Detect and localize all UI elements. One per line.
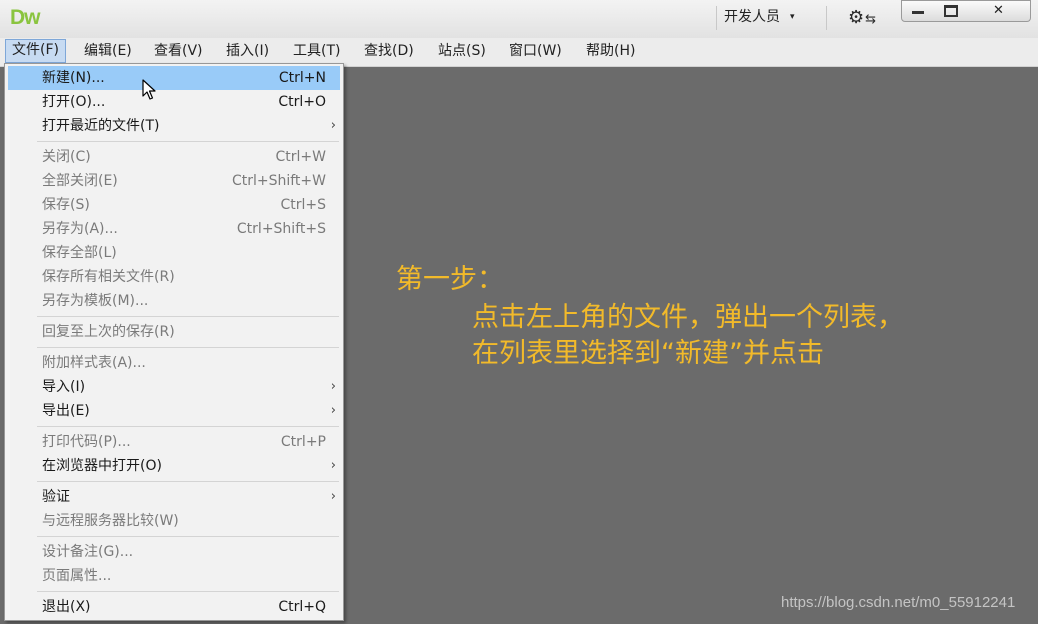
menu-separator	[37, 316, 339, 317]
minimize-icon	[912, 11, 924, 14]
submenu-arrow-icon: ›	[330, 403, 336, 418]
menu-file[interactable]: 文件(F)	[5, 39, 66, 63]
menu-item-label: 设计备注(G)...	[42, 544, 134, 560]
menu-item-save-all: 保存全部(L)	[8, 241, 340, 265]
mouse-cursor-icon	[142, 79, 156, 100]
close-icon: ✕	[993, 3, 1004, 18]
chevron-down-icon: ▾	[790, 12, 795, 22]
annotation-line: 点击左上角的文件，弹出一个列表，	[472, 302, 904, 333]
title-bar: Dw 开发人员 ▾ ⚙⇆ ✕	[0, 0, 1038, 39]
menu-help[interactable]: 帮助(H)	[580, 40, 641, 62]
menu-item-label: 打印代码(P)...	[42, 434, 131, 450]
menu-item-label: 全部关闭(E)	[42, 173, 118, 189]
menu-item-label: 页面属性...	[42, 568, 112, 584]
menu-item-label: 保存所有相关文件(R)	[42, 269, 175, 285]
maximize-button[interactable]	[934, 0, 968, 22]
menu-item-label: 退出(X)	[42, 599, 91, 615]
menu-item-shortcut: Ctrl+W	[275, 149, 326, 165]
menu-item-label: 验证	[42, 489, 70, 505]
menu-item-label: 导出(E)	[42, 403, 90, 419]
menu-item-label: 保存(S)	[42, 197, 90, 213]
menu-item-label: 附加样式表(A)...	[42, 355, 146, 371]
menu-item-open-recent[interactable]: 打开最近的文件(T) ›	[8, 114, 340, 138]
workspace-label: 开发人员	[724, 9, 780, 25]
menu-item-open-in-browser[interactable]: 在浏览器中打开(O) ›	[8, 454, 340, 478]
gear-sync-icon[interactable]: ⚙⇆	[848, 8, 876, 30]
menu-find[interactable]: 查找(D)	[358, 40, 420, 62]
submenu-arrow-icon: ›	[330, 118, 336, 133]
menu-item-label: 保存全部(L)	[42, 245, 117, 261]
menu-separator	[37, 591, 339, 592]
menu-item-open[interactable]: 打开(O)... Ctrl+O	[8, 90, 340, 114]
menu-item-label: 打开(O)...	[42, 94, 106, 110]
menu-item-label: 导入(I)	[42, 379, 86, 395]
menu-item-shortcut: Ctrl+P	[280, 434, 326, 450]
menu-separator	[37, 141, 339, 142]
menu-item-save-all-related: 保存所有相关文件(R)	[8, 265, 340, 289]
menu-item-design-notes: 设计备注(G)...	[8, 540, 340, 564]
menu-separator	[37, 426, 339, 427]
submenu-arrow-icon: ›	[330, 379, 336, 394]
menu-item-page-properties: 页面属性...	[8, 564, 340, 588]
menu-item-attach-stylesheet: 附加样式表(A)...	[8, 351, 340, 375]
maximize-icon	[943, 4, 958, 17]
menu-item-save: 保存(S) Ctrl+S	[8, 193, 340, 217]
title-separator	[826, 6, 827, 30]
menu-item-save-as: 另存为(A)... Ctrl+Shift+S	[8, 217, 340, 241]
menu-item-label: 打开最近的文件(T)	[42, 118, 160, 134]
menu-insert[interactable]: 插入(I)	[220, 40, 275, 62]
menu-edit[interactable]: 编辑(E)	[78, 40, 138, 62]
menu-window[interactable]: 窗口(W)	[503, 40, 568, 62]
menu-item-label: 另存为模板(M)...	[42, 293, 149, 309]
menu-item-shortcut: Ctrl+Shift+W	[231, 173, 326, 189]
menu-item-revert: 回复至上次的保存(R)	[8, 320, 340, 344]
menu-separator	[37, 481, 339, 482]
menu-item-validate[interactable]: 验证 ›	[8, 485, 340, 509]
menu-item-label: 另存为(A)...	[42, 221, 118, 237]
menu-separator	[37, 347, 339, 348]
menu-item-label: 回复至上次的保存(R)	[42, 324, 175, 340]
menu-item-save-as-template: 另存为模板(M)...	[8, 289, 340, 313]
menu-item-shortcut: Ctrl+N	[278, 70, 326, 86]
workspace-switcher[interactable]: 开发人员 ▾	[724, 6, 795, 30]
menu-item-exit[interactable]: 退出(X) Ctrl+Q	[8, 595, 340, 619]
menu-tools[interactable]: 工具(T)	[287, 40, 346, 62]
menu-item-export[interactable]: 导出(E) ›	[8, 399, 340, 423]
minimize-button[interactable]	[901, 0, 935, 22]
menu-item-close-all: 全部关闭(E) Ctrl+Shift+W	[8, 169, 340, 193]
dreamweaver-logo: Dw	[10, 6, 40, 29]
menu-item-shortcut: Ctrl+Q	[278, 599, 326, 615]
menu-site[interactable]: 站点(S)	[432, 40, 492, 62]
annotation-step-title: 第一步：	[396, 264, 504, 295]
menu-item-label: 与远程服务器比较(W)	[42, 513, 179, 529]
menu-item-label: 在浏览器中打开(O)	[42, 458, 162, 474]
file-menu-dropdown: 新建(N)... Ctrl+N 打开(O)... Ctrl+O 打开最近的文件(…	[4, 63, 344, 621]
menu-item-print-code: 打印代码(P)... Ctrl+P	[8, 430, 340, 454]
menu-item-shortcut: Ctrl+O	[278, 94, 326, 110]
submenu-arrow-icon: ›	[330, 489, 336, 504]
menu-item-label: 新建(N)...	[42, 70, 105, 86]
submenu-arrow-icon: ›	[330, 458, 336, 473]
menu-item-new[interactable]: 新建(N)... Ctrl+N	[8, 66, 340, 90]
menu-item-shortcut: Ctrl+S	[280, 197, 326, 213]
menu-item-shortcut: Ctrl+Shift+S	[236, 221, 326, 237]
menu-item-label: 关闭(C)	[42, 149, 91, 165]
menu-view[interactable]: 查看(V)	[148, 40, 209, 62]
menu-item-import[interactable]: 导入(I) ›	[8, 375, 340, 399]
menu-item-compare-remote: 与远程服务器比较(W)	[8, 509, 340, 533]
menu-separator	[37, 536, 339, 537]
annotation-line: 在列表里选择到“新建”并点击	[472, 338, 824, 369]
close-button[interactable]: ✕	[967, 0, 1031, 22]
title-separator	[716, 6, 717, 30]
menu-item-close: 关闭(C) Ctrl+W	[8, 145, 340, 169]
watermark: https://blog.csdn.net/m0_55912241	[781, 594, 1016, 611]
